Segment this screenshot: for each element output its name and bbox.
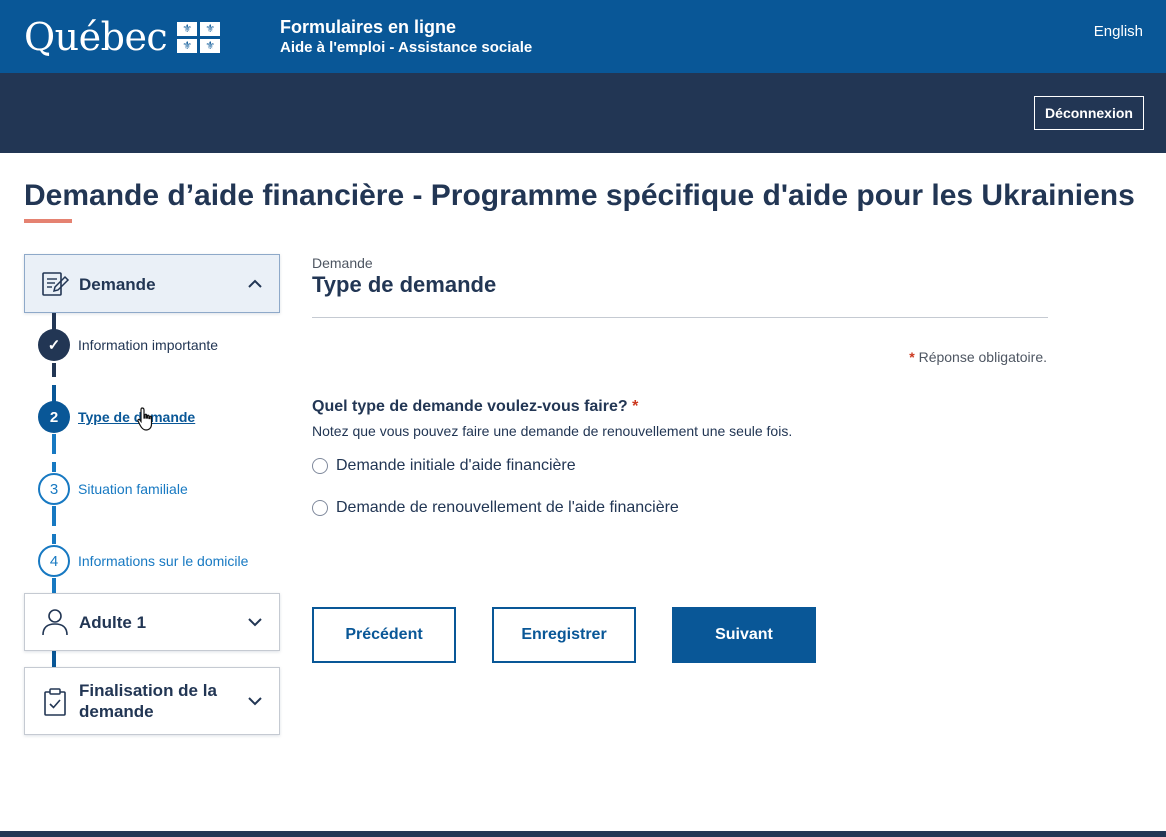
step-number: 2: [38, 401, 70, 433]
next-button[interactable]: Suivant: [672, 607, 816, 663]
required-fields-note: * Réponse obligatoire.: [909, 349, 1047, 365]
required-asterisk: *: [632, 398, 639, 415]
sidebar-section-label: Demande: [79, 275, 156, 294]
question-hint: Notez que vous pouvez faire une demande …: [312, 423, 793, 439]
radio-button[interactable]: [312, 458, 328, 474]
step-link-informations-domicile[interactable]: Informations sur le domicile: [78, 552, 248, 570]
sidebar-section-label: Finalisation de la demande: [79, 681, 217, 721]
form-edit-icon: [42, 272, 70, 296]
previous-button[interactable]: Précédent: [312, 607, 456, 663]
stepper-rail: [52, 651, 56, 667]
person-icon: [42, 609, 68, 636]
sidebar-section-finalisation[interactable]: Finalisation de la demande: [24, 667, 280, 735]
required-asterisk: *: [909, 349, 915, 365]
required-note-text: Réponse obligatoire.: [918, 349, 1047, 365]
quebec-logo[interactable]: Québec ⚜ ⚜ ⚜ ⚜: [24, 14, 221, 60]
page-title: Demande d’aide financière - Programme sp…: [24, 179, 1135, 212]
step-done-check-icon: ✓: [38, 329, 70, 361]
footer-strip: [0, 831, 1166, 837]
stepper-rail: [52, 363, 56, 377]
stepper-rail: [52, 385, 56, 402]
logout-button[interactable]: Déconnexion: [1034, 96, 1144, 130]
radio-option-demande-initiale[interactable]: Demande initiale d'aide financière: [312, 457, 576, 475]
section-heading: Type de demande: [312, 272, 497, 297]
heading-divider: [312, 317, 1048, 318]
step-link-situation-familiale[interactable]: Situation familiale: [78, 480, 188, 498]
radio-option-renouvellement[interactable]: Demande de renouvellement de l'aide fina…: [312, 499, 679, 517]
navigation-bar: [0, 73, 1166, 153]
sidebar-section-demande[interactable]: Demande: [24, 254, 280, 313]
stepper-rail: [52, 506, 56, 544]
app-subtitle: Aide à l'emploi - Assistance sociale: [280, 39, 533, 56]
app-titles: Formulaires en ligne Aide à l'emploi - A…: [280, 16, 532, 58]
logo-wordmark: Québec: [24, 15, 168, 59]
top-header: Québec ⚜ ⚜ ⚜ ⚜ Formulaires en ligne Aide à…: [0, 0, 1166, 73]
step-number: 3: [38, 473, 70, 505]
chevron-down-icon: [248, 697, 262, 706]
language-toggle-link[interactable]: English: [1094, 23, 1143, 40]
clipboard-check-icon: [44, 688, 66, 716]
stepper-rail: [52, 578, 56, 593]
sidebar-section-label: Adulte 1: [79, 613, 147, 632]
hand-pointer-cursor-icon: [137, 407, 153, 431]
section-breadcrumb: Demande: [312, 255, 373, 271]
chevron-down-icon: [248, 618, 262, 627]
question-text: Quel type de demande voulez-vous faire?: [312, 398, 628, 415]
step-number: 4: [38, 545, 70, 577]
fleur-de-lis-flag-icon: ⚜ ⚜ ⚜ ⚜: [177, 21, 221, 53]
question-label: Quel type de demande voulez-vous faire? …: [312, 398, 638, 416]
chevron-up-icon: [248, 279, 262, 288]
save-button[interactable]: Enregistrer: [492, 607, 636, 663]
sidebar-section-adulte-1[interactable]: Adulte 1: [24, 593, 280, 651]
radio-button[interactable]: [312, 500, 328, 516]
radio-label: Demande initiale d'aide financière: [336, 457, 576, 474]
stepper-rail: [52, 434, 56, 472]
radio-label: Demande de renouvellement de l'aide fina…: [336, 499, 679, 516]
app-title: Formulaires en ligne: [280, 17, 457, 37]
step-link-information-importante[interactable]: Information importante: [78, 336, 218, 354]
title-accent-bar: [24, 219, 72, 223]
